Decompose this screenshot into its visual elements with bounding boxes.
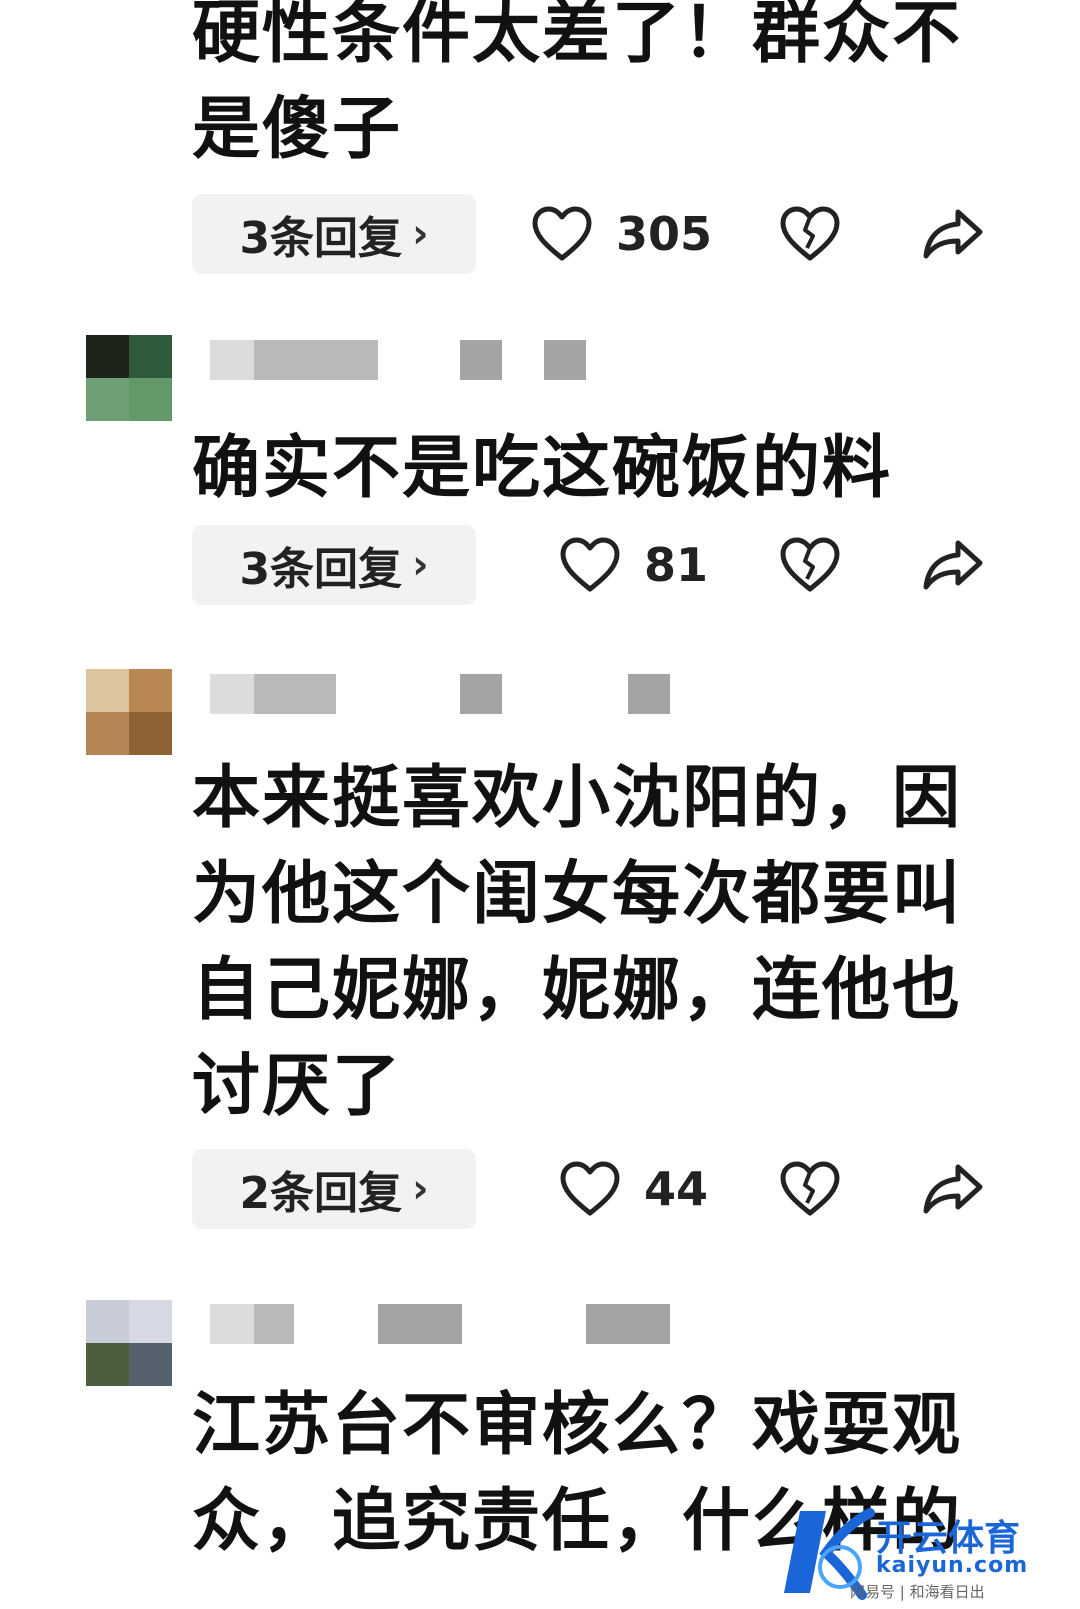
like-button[interactable]: 305: [532, 194, 712, 274]
broken-heart-icon: [780, 1161, 840, 1217]
avatar[interactable]: [86, 669, 172, 755]
chevron-right-icon: ›: [412, 1166, 429, 1212]
chevron-right-icon: ›: [412, 211, 429, 257]
heart-outline-icon: [560, 537, 620, 593]
comment-text: 硬性条件太差了！群众不是傻子: [192, 0, 963, 169]
view-replies-button[interactable]: 3条回复 ›: [192, 194, 476, 274]
avatar[interactable]: [86, 1300, 172, 1386]
reply-count-label: 3条回复: [239, 213, 403, 264]
chevron-right-icon: ›: [412, 542, 429, 588]
heart-outline-icon: [560, 1161, 620, 1217]
like-count: 305: [616, 207, 713, 261]
view-replies-button[interactable]: 2条回复 ›: [192, 1149, 476, 1229]
share-arrow-icon: [922, 1161, 984, 1217]
comment-text: 确实不是吃这碗饭的料: [192, 429, 893, 508]
reply-count-label: 3条回复: [239, 544, 403, 595]
watermark-note: 网易号 | 和海看日出: [850, 1583, 985, 1601]
share-button[interactable]: [922, 194, 984, 274]
broken-heart-icon: [780, 537, 840, 593]
reply-count-label: 2条回复: [239, 1168, 403, 1219]
share-button[interactable]: [922, 1149, 984, 1229]
share-arrow-icon: [922, 537, 984, 593]
watermark: 开云体育 kaiyun.com 网易号 | 和海看日出: [780, 1505, 1060, 1601]
like-count: 44: [644, 1162, 709, 1216]
dislike-button[interactable]: [780, 1149, 840, 1229]
watermark-url: kaiyun.com: [876, 1553, 1029, 1578]
share-arrow-icon: [922, 206, 984, 262]
broken-heart-icon: [780, 206, 840, 262]
dislike-button[interactable]: [780, 194, 840, 274]
share-button[interactable]: [922, 525, 984, 605]
like-button[interactable]: 81: [560, 525, 708, 605]
view-replies-button[interactable]: 3条回复 ›: [192, 525, 476, 605]
avatar[interactable]: [86, 335, 172, 421]
like-button[interactable]: 44: [560, 1149, 708, 1229]
like-count: 81: [644, 538, 709, 592]
comment-text: 本来挺喜欢小沈阳的，因为他这个闺女每次都要叫自己妮娜，妮娜，连他也讨厌了: [192, 759, 963, 1126]
heart-outline-icon: [532, 206, 592, 262]
dislike-button[interactable]: [780, 525, 840, 605]
